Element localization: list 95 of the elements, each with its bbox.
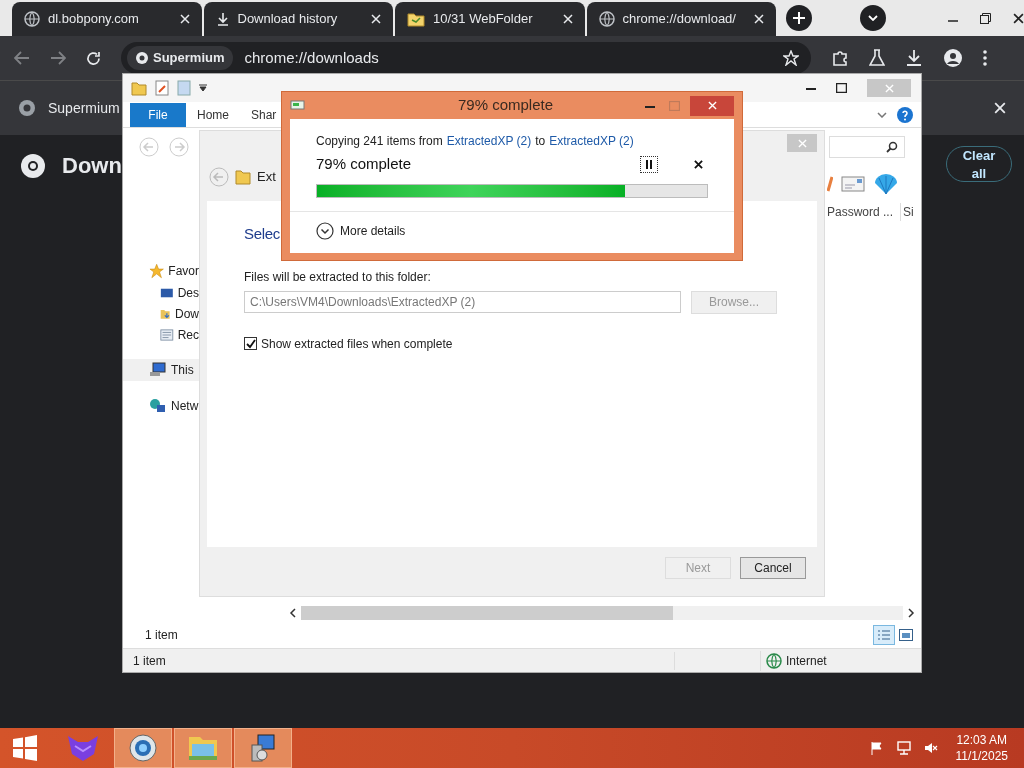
close-button[interactable] <box>690 95 734 116</box>
new-tab-button[interactable] <box>786 5 812 31</box>
page-heading: Down <box>62 152 122 180</box>
column-header[interactable]: Si <box>901 203 914 221</box>
globe-icon <box>598 11 615 27</box>
extensions-icon[interactable] <box>831 49 849 67</box>
scrollbar-thumb[interactable] <box>301 606 673 620</box>
browser-logo-icon <box>18 99 36 117</box>
wizard-button[interactable]: Cancel <box>740 557 806 579</box>
checkbox-label: Show extracted files when complete <box>261 335 453 353</box>
menu-icon[interactable] <box>983 50 987 66</box>
dropdown-icon[interactable] <box>199 84 207 92</box>
folder-app-icon <box>187 734 219 762</box>
chevron-down-icon[interactable] <box>877 111 887 118</box>
path-field[interactable]: C:\Users\VM4\Downloads\ExtractedXP (2) <box>244 290 681 313</box>
pause-button[interactable] <box>640 155 658 173</box>
copy-icon <box>290 98 306 113</box>
download-icon[interactable] <box>905 49 923 67</box>
flag-icon[interactable] <box>869 741 884 755</box>
flask-icon[interactable] <box>869 49 885 67</box>
scroll-left-icon[interactable] <box>289 608 297 618</box>
checkbox[interactable] <box>244 337 257 350</box>
tab-search-button[interactable] <box>860 5 886 31</box>
taskbar-button[interactable] <box>234 728 292 768</box>
browser-tab[interactable]: 10/31 WebFolder <box>395 2 585 36</box>
clock-time[interactable]: 12:03 AM <box>956 732 1008 748</box>
url-text: chrome://downloads <box>244 47 380 68</box>
properties-icon[interactable] <box>155 80 169 96</box>
zone-label: Internet <box>786 652 827 670</box>
restore-icon[interactable] <box>980 12 991 24</box>
maximize-icon[interactable] <box>836 83 847 93</box>
search-icon <box>886 141 898 153</box>
star-icon[interactable] <box>783 50 799 66</box>
horizontal-scrollbar[interactable] <box>301 606 903 620</box>
installer-app-icon <box>248 733 278 763</box>
wizard-heading: Ext <box>257 168 276 187</box>
details-view-icon <box>877 629 891 641</box>
address-bar[interactable]: Supermium chrome://downloads <box>121 42 811 74</box>
expand-circle-icon[interactable] <box>316 221 334 240</box>
help-icon[interactable] <box>897 106 913 123</box>
browser-tab[interactable]: chrome://download/ <box>586 2 776 36</box>
close-icon[interactable] <box>694 159 703 169</box>
nav-item[interactable]: Favor <box>168 262 199 280</box>
recent-places-icon <box>160 326 174 343</box>
plus-icon <box>793 12 805 24</box>
taskbar-button[interactable] <box>114 728 172 768</box>
pause-icon <box>645 159 653 169</box>
globe-icon <box>766 652 782 669</box>
wizard-title: Selec <box>244 224 281 244</box>
network-icon <box>149 398 167 414</box>
nav-item[interactable]: Netw <box>171 397 199 415</box>
clock-date[interactable]: 11/1/2025 <box>955 748 1008 764</box>
progress-status: 79% complete <box>316 154 413 174</box>
dialog-title: 79% complete <box>456 95 555 116</box>
speaker-muted-icon[interactable] <box>923 741 938 755</box>
close-icon[interactable] <box>1013 12 1024 24</box>
browser-tab[interactable]: Download history <box>203 2 393 36</box>
windows-logo-icon <box>12 735 38 761</box>
folder-label: Files will be extracted to this folder: <box>244 268 432 286</box>
ribbon-tab[interactable]: File <box>130 102 186 127</box>
browser-logo-icon <box>135 51 149 65</box>
status-bar: 1 item Internet <box>123 648 921 672</box>
nav-item[interactable]: Des <box>177 283 199 302</box>
copy-message: Copying 241 items from ExtractedXP (2) to ExtractedXP (2) <box>316 132 635 150</box>
folder-link[interactable]: ExtractedXP (2) <box>549 132 634 150</box>
folder-icon <box>235 169 251 185</box>
info-bar-text: Supermium <box>48 98 120 118</box>
scroll-right-icon[interactable] <box>907 608 915 618</box>
back-icon[interactable] <box>14 51 30 65</box>
item-count: 1 item <box>145 627 179 644</box>
preview-view-icon[interactable] <box>899 629 913 641</box>
computer-icon <box>149 362 167 378</box>
shell-icon[interactable] <box>873 173 899 195</box>
browser-app-icon <box>128 733 158 763</box>
star-icon <box>149 263 165 279</box>
reload-icon[interactable] <box>86 50 101 66</box>
chevron-down-icon <box>868 15 878 21</box>
site-chip[interactable]: Supermium <box>127 46 233 70</box>
more-details-button[interactable]: More details <box>340 221 406 240</box>
globe-icon <box>24 11 40 27</box>
fox-app-icon <box>66 734 100 762</box>
download-icon <box>215 12 230 26</box>
profile-icon[interactable] <box>943 48 963 68</box>
folder-icon <box>407 11 425 27</box>
network-icon[interactable] <box>895 741 912 755</box>
browser-logo-icon <box>20 152 46 179</box>
nav-item[interactable]: Rec <box>177 325 199 344</box>
browser-tab[interactable]: dl.bobpony.com <box>12 2 202 36</box>
pencil-icon[interactable] <box>827 176 833 192</box>
envelope-icon[interactable] <box>841 176 865 192</box>
ribbon-tab[interactable]: Home <box>186 102 240 127</box>
nav-item[interactable]: Dow <box>175 304 199 323</box>
search-field[interactable] <box>829 136 905 158</box>
forward-icon[interactable] <box>50 51 66 65</box>
folder-link[interactable]: ExtractedXP (2) <box>446 132 532 150</box>
